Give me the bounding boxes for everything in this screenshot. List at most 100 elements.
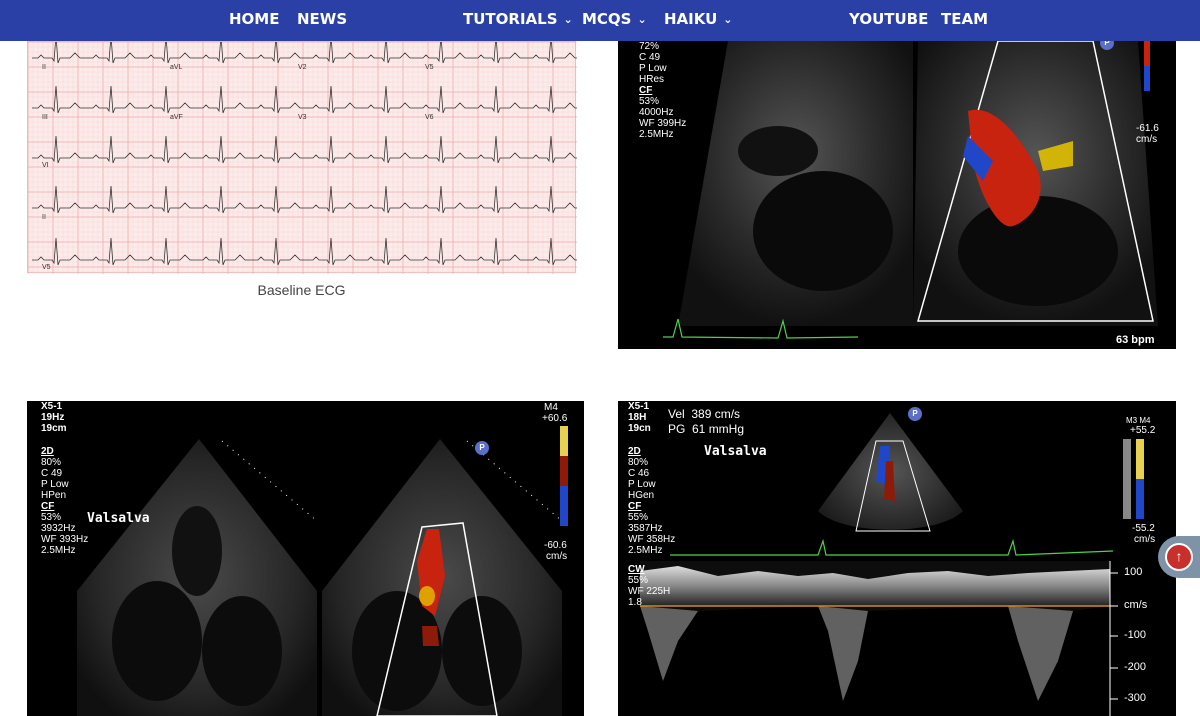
ecg-lead-label: II — [42, 214, 46, 221]
nav-home-label: HOME — [229, 10, 280, 28]
frame-rate: 19Hz — [41, 412, 65, 423]
echo-sector-graphic — [77, 426, 568, 716]
setting-value: 1.8 — [628, 597, 642, 608]
echo-image-bottom-left: X5-1 19Hz 19cm 2D 80% C 49 P Low HPen CF 53% 3932… — [27, 401, 584, 716]
nav-tutorials-label: TUTORIALS — [463, 10, 558, 28]
setting-value: C 49 — [41, 468, 63, 479]
baseline-ecg-image: II aVL V2 V5 III aVF V3 V6 VI II V5 — [27, 41, 577, 274]
setting-value: 80% — [628, 457, 649, 468]
setting-value: 80% — [41, 457, 62, 468]
nav-news[interactable]: NEWS — [297, 0, 347, 38]
setting-value: WF 393Hz — [41, 534, 89, 545]
nav-youtube[interactable]: YOUTUBE — [849, 0, 928, 38]
doppler-measurements: Vel 389 cm/s PG 61 mmHg — [668, 407, 744, 437]
cf-label: CF — [628, 501, 642, 512]
mode-label: 2D — [41, 446, 54, 457]
scale-unit: cm/s — [1134, 534, 1156, 545]
chevron-down-icon: ⌄ — [723, 13, 733, 26]
axis-tick-label: cm/s — [1124, 599, 1148, 611]
nav-haiku[interactable]: HAIKU ⌄ — [664, 0, 733, 38]
heart-rate: 63 bpm — [1116, 334, 1155, 346]
ecg-lead-trace — [32, 185, 577, 214]
setting-value: HGen — [628, 490, 655, 501]
nav-tutorials[interactable]: TUTORIALS ⌄ — [463, 0, 573, 38]
cf-label: CF — [639, 85, 653, 96]
setting-value: 3932Hz — [41, 523, 76, 534]
ecg-lead-label: aVF — [170, 114, 183, 121]
frame-rate: 18H — [628, 412, 647, 423]
probe-name: X5-1 — [628, 401, 650, 412]
setting-value: 55% — [628, 575, 649, 586]
ecg-lead-label: V3 — [298, 114, 307, 121]
setting-value: P Low — [628, 479, 656, 490]
ecg-trace — [28, 42, 577, 274]
nav-news-label: NEWS — [297, 10, 348, 28]
ecg-lead-label: V5 — [425, 64, 434, 71]
nav-home[interactable]: HOME — [229, 0, 279, 38]
velocity-value: Vel 389 cm/s — [668, 407, 741, 421]
top-nav-bar: HOME NEWS TUTORIALS ⌄ MCQS ⌄ HAIKU ⌄ YOUTUB… — [0, 0, 1200, 41]
nav-team[interactable]: TEAM — [941, 0, 988, 38]
nav-haiku-label: HAIKU — [664, 10, 718, 28]
scale-low: -55.2 — [1132, 523, 1155, 534]
setting-value: 72% — [639, 41, 660, 52]
scale-high: +60.6 — [542, 413, 568, 424]
maneuver-label: Valsalva — [87, 511, 150, 526]
echo-sector-graphic — [663, 41, 1158, 339]
axis-tick-label: -200 — [1124, 661, 1147, 673]
scale-low: -60.6 — [544, 540, 567, 551]
ecg-lead-label: II — [42, 64, 46, 71]
ecg-lead-label: V6 — [425, 114, 434, 121]
pressure-gradient-value: PG 61 mmHg — [668, 422, 745, 436]
cf-label: CF — [41, 501, 55, 512]
ecg-lead-trace — [32, 85, 577, 114]
maneuver-label: Valsalva — [704, 444, 767, 459]
setting-value: 2.5MHz — [628, 545, 663, 556]
setting-value: C 46 — [628, 468, 650, 479]
depth: 19cn — [628, 423, 651, 434]
scroll-to-top-button[interactable]: ↑ — [1158, 536, 1200, 578]
setting-value: WF 225H — [628, 586, 671, 597]
setting-value: 2.5MHz — [41, 545, 76, 556]
nav-team-label: TEAM — [941, 10, 989, 28]
setting-value: HPen — [41, 490, 67, 501]
ecg-caption: Baseline ECG — [257, 282, 346, 298]
setting-value: HRes — [639, 74, 665, 85]
setting-value: WF 399Hz — [639, 118, 687, 129]
probe-name: X5-1 — [41, 401, 63, 412]
echo-settings: 2D 80% C 46 P Low HGen CF 55% 3587Hz WF 358Hz 2.5… — [628, 446, 675, 556]
setting-value: C 49 — [639, 52, 661, 63]
setting-value: 55% — [628, 512, 649, 523]
setting-value: 4000Hz — [639, 107, 674, 118]
ecg-lead-label: aVL — [170, 64, 183, 71]
probe-info: X5-1 19Hz 19cm — [41, 401, 67, 434]
ecg-lead-label: VI — [42, 162, 49, 169]
setting-value: 53% — [639, 96, 660, 107]
chevron-down-icon: ⌄ — [563, 13, 573, 26]
doppler-graphic — [640, 413, 1144, 716]
probe-info: X5-1 18H 19cn — [628, 401, 651, 434]
axis-tick-label: -100 — [1124, 629, 1147, 641]
echo-settings: 2D 80% C 49 P Low HPen CF 53% 3932Hz WF 393Hz 2.5… — [41, 446, 88, 556]
echo-settings: 72% C 49 P Low HRes CF 53% 4000Hz WF 399Hz 2.5MH… — [639, 41, 686, 140]
setting-value: 2.5MHz — [639, 129, 674, 140]
probe-marker-icon: P — [475, 441, 489, 455]
echo-image-bottom-right: X5-1 18H 19cn Vel 389 cm/s PG 61 mmHg Valsa… — [618, 401, 1176, 716]
cw-label: CW — [628, 564, 645, 575]
axis-tick-label: 100 — [1124, 566, 1143, 578]
setting-value: P Low — [41, 479, 69, 490]
chevron-down-icon: ⌄ — [637, 13, 647, 26]
setting-value: 53% — [41, 512, 62, 523]
arrow-up-icon: ↑ — [1165, 543, 1193, 571]
echo-image-top-right: 72% C 49 P Low HRes CF 53% 4000Hz WF 399Hz 2.5MH… — [618, 41, 1176, 349]
axis-tick-label: -300 — [1124, 692, 1147, 704]
setting-value: WF 358Hz — [628, 534, 676, 545]
nav-mcqs[interactable]: MCQS ⌄ — [582, 0, 647, 38]
scale-unit: cm/s — [1136, 134, 1158, 145]
setting-value: 3587Hz — [628, 523, 663, 534]
nav-mcqs-label: MCQS — [582, 10, 632, 28]
probe-marker-icon: P — [908, 407, 922, 421]
ecg-lead-label: V5 — [42, 264, 51, 271]
scale-high: +55.2 — [1130, 425, 1156, 436]
nav-youtube-label: YOUTUBE — [849, 10, 929, 28]
